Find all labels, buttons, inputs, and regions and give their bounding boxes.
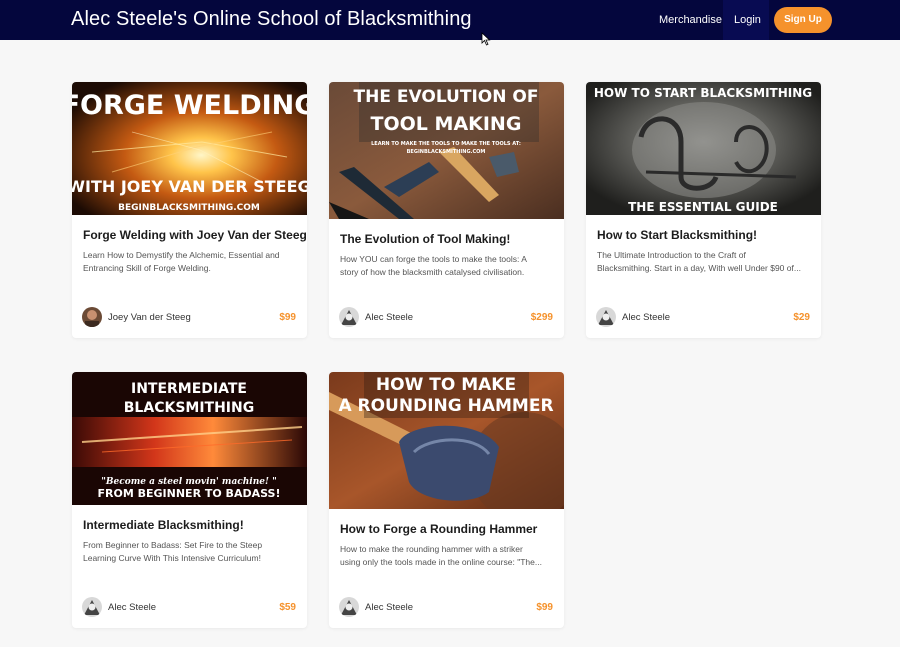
course-image-tool-making[interactable]: THE EVOLUTION OF TOOL MAKING LEARN TO MA… <box>329 82 564 219</box>
course-image-intermediate-blacksmithing[interactable]: INTERMEDIATE BLACKSMITHING "Become a ste… <box>72 372 307 505</box>
course-title[interactable]: The Evolution of Tool Making! <box>340 232 510 246</box>
course-description: How YOU can forge the tools to make the … <box>340 254 527 277</box>
course-price: $99 <box>536 602 553 613</box>
course-description: From Beginner to Badass: Set Fire to the… <box>83 540 263 563</box>
author-name: Joey Van der Steeg <box>108 312 191 323</box>
top-navbar: Alec Steele's Online School of Blacksmit… <box>0 0 900 40</box>
course-description: How to make the rounding hammer with a s… <box>340 544 542 567</box>
author-avatar <box>596 307 616 327</box>
image-website: BEGINBLACKSMITHING.COM <box>407 149 486 155</box>
author-avatar <box>339 597 359 617</box>
nav-merchandise-link[interactable]: Merchandise <box>659 14 722 26</box>
image-headline: FORGE WELDING <box>72 90 307 121</box>
mouse-cursor-icon <box>481 32 491 46</box>
image-subheadline: TOOL MAKING <box>371 113 522 135</box>
course-image-rounding-hammer[interactable]: HOW TO MAKE A ROUNDING HAMMER <box>329 372 564 509</box>
course-image-forge-welding[interactable]: FORGE WELDING WITH JOEY VAN DER STEEG BE… <box>72 82 307 215</box>
course-price: $59 <box>279 602 296 613</box>
author-name: Alec Steele <box>365 602 414 613</box>
course-price: $299 <box>530 312 553 323</box>
course-price: $99 <box>279 312 296 323</box>
course-image-start-blacksmithing[interactable]: HOW TO START BLACKSMITHING THE ESSENTIAL… <box>586 82 821 215</box>
image-subheadline: A ROUNDING HAMMER <box>338 396 553 416</box>
image-website: BEGINBLACKSMITHING.COM <box>118 203 260 213</box>
course-card-forge-welding[interactable]: FORGE WELDING WITH JOEY VAN DER STEEG BE… <box>72 82 307 338</box>
signup-button[interactable]: Sign Up <box>774 7 832 33</box>
image-headline: HOW TO START BLACKSMITHING <box>594 86 812 100</box>
image-headline: INTERMEDIATE <box>131 381 247 397</box>
course-card-rounding-hammer[interactable]: HOW TO MAKE A ROUNDING HAMMER How to For… <box>329 372 564 628</box>
image-subheadline: THE ESSENTIAL GUIDE <box>628 200 778 214</box>
course-card-start-blacksmithing[interactable]: HOW TO START BLACKSMITHING THE ESSENTIAL… <box>586 82 821 338</box>
author-name: Alec Steele <box>365 312 414 323</box>
course-title[interactable]: How to Start Blacksmithing! <box>597 228 757 242</box>
course-title[interactable]: Intermediate Blacksmithing! <box>83 518 244 532</box>
course-description: Learn How to Demystify the Alchemic, Ess… <box>83 250 280 273</box>
image-tagline: FROM BEGINNER TO BADASS! <box>98 487 281 500</box>
author-avatar <box>82 597 102 617</box>
image-subheadline: WITH JOEY VAN DER STEEG <box>72 177 307 196</box>
image-headline: HOW TO MAKE <box>376 375 516 395</box>
image-quote: "Become a steel movin' machine! " <box>101 477 277 487</box>
image-headline: THE EVOLUTION OF <box>354 87 539 107</box>
author-avatar <box>339 307 359 327</box>
image-subheadline: BLACKSMITHING <box>124 400 254 416</box>
author-name: Alec Steele <box>108 602 157 613</box>
course-card-tool-making[interactable]: THE EVOLUTION OF TOOL MAKING LEARN TO MA… <box>329 82 564 338</box>
author-name: Alec Steele <box>622 312 671 323</box>
course-title[interactable]: Forge Welding with Joey Van der Steeg <box>83 228 307 242</box>
course-title[interactable]: How to Forge a Rounding Hammer <box>340 522 537 536</box>
site-title[interactable]: Alec Steele's Online School of Blacksmit… <box>71 8 472 31</box>
course-description: The Ultimate Introduction to the Craft o… <box>597 250 801 273</box>
image-tagline: LEARN TO MAKE THE TOOLS TO MAKE THE TOOL… <box>371 141 521 147</box>
nav-login-link[interactable]: Login <box>734 14 761 26</box>
course-card-intermediate-blacksmithing[interactable]: INTERMEDIATE BLACKSMITHING "Become a ste… <box>72 372 307 628</box>
course-price: $29 <box>793 312 810 323</box>
author-avatar <box>82 307 102 327</box>
